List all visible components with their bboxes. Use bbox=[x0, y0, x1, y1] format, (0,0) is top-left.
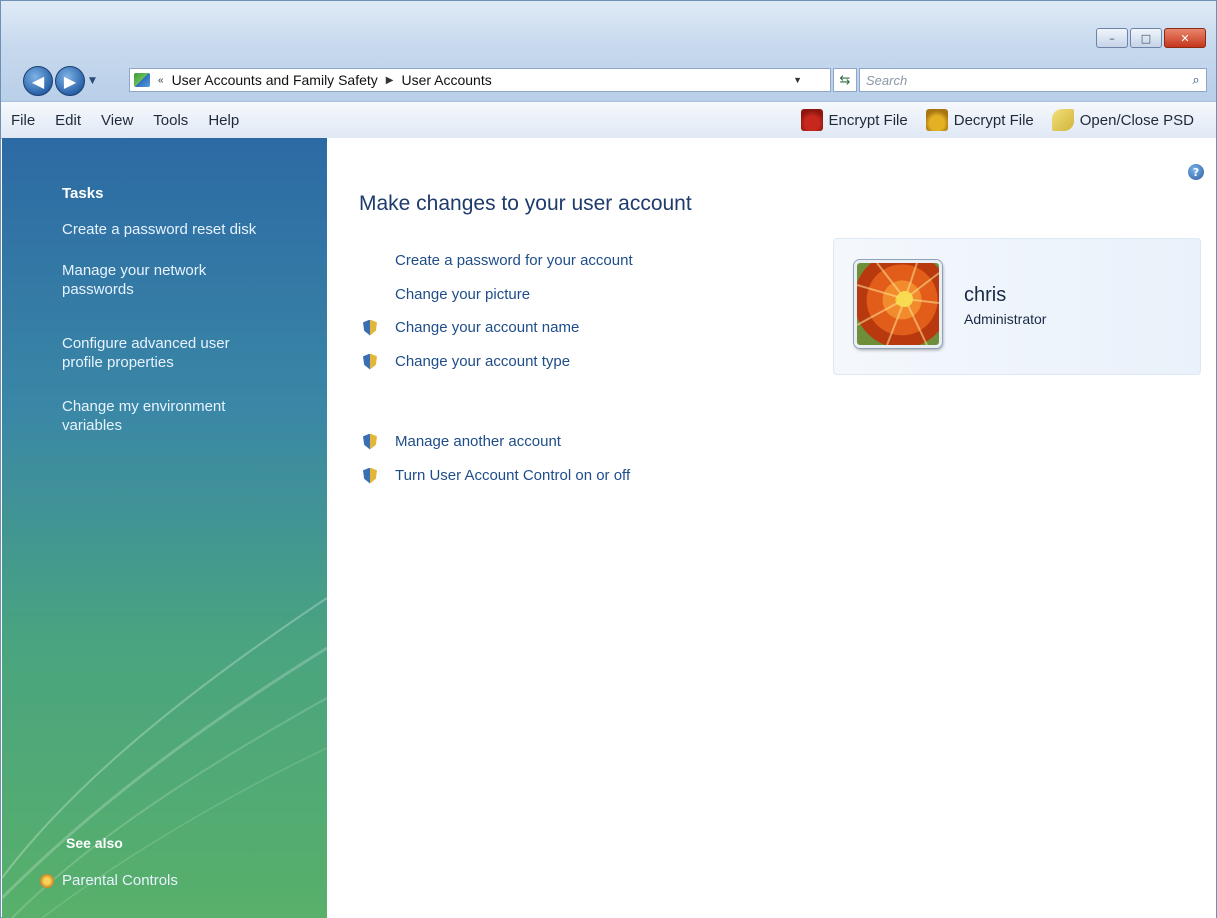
change-account-type-label: Change your account type bbox=[395, 353, 571, 370]
folder-icon bbox=[1051, 109, 1074, 131]
open-close-psd-label: Open/Close PSD bbox=[1079, 111, 1194, 129]
main-content: ? Make changes to your user account Crea… bbox=[327, 138, 1216, 918]
forward-arrow-icon[interactable]: ▶ bbox=[55, 66, 85, 96]
manage-network-passwords-link[interactable]: Manage your network passwords bbox=[62, 261, 262, 299]
back-arrow-icon[interactable]: ◀ bbox=[23, 66, 53, 96]
lock-gold-icon bbox=[925, 109, 948, 131]
close-button[interactable]: ✕ bbox=[1164, 28, 1206, 48]
breadcrumb-user-accounts-family-safety[interactable]: User Accounts and Family Safety bbox=[168, 72, 382, 88]
open-close-psd-button[interactable]: Open/Close PSD bbox=[1051, 109, 1194, 131]
control-panel-window: – □ ✕ ◀ ▶ ▼ « User Accounts and Family S… bbox=[0, 0, 1217, 918]
user-role: Administrator bbox=[964, 311, 1047, 327]
create-password-label: Create a password for your account bbox=[395, 252, 633, 269]
recent-pages-dropdown-icon[interactable]: ▼ bbox=[89, 76, 96, 86]
parental-controls-icon bbox=[40, 874, 54, 888]
menu-bar: File Edit View Tools Help bbox=[1, 112, 259, 129]
uac-shield-icon bbox=[363, 433, 377, 450]
menu-help[interactable]: Help bbox=[208, 112, 239, 129]
avatar[interactable] bbox=[854, 260, 942, 348]
change-picture-label: Change your picture bbox=[395, 286, 531, 303]
breadcrumb-user-accounts[interactable]: User Accounts bbox=[397, 72, 495, 88]
decrypt-file-button[interactable]: Decrypt File bbox=[925, 109, 1034, 131]
page-title: Make changes to your user account bbox=[359, 192, 692, 215]
search-input[interactable]: Search bbox=[860, 73, 1186, 88]
task-pane: Tasks Create a password reset disk Manag… bbox=[2, 138, 327, 918]
navigation-buttons: ◀ ▶ ▼ bbox=[23, 66, 102, 96]
help-icon[interactable]: ? bbox=[1188, 164, 1204, 180]
create-password-link[interactable]: Create a password for your account bbox=[363, 252, 633, 269]
parental-controls-link[interactable]: Parental Controls bbox=[62, 871, 302, 890]
caption-buttons: – □ ✕ bbox=[1094, 28, 1206, 48]
decorative-swoosh bbox=[2, 597, 327, 918]
user-account-card: chris Administrator bbox=[833, 238, 1201, 375]
control-panel-icon bbox=[134, 73, 150, 87]
lock-red-icon bbox=[800, 109, 823, 131]
uac-shield-icon bbox=[363, 319, 377, 336]
user-name: chris bbox=[964, 284, 1007, 306]
manage-another-account-link[interactable]: Manage another account bbox=[363, 433, 561, 450]
change-picture-link[interactable]: Change your picture bbox=[363, 286, 530, 303]
address-dropdown-icon[interactable]: ▼ bbox=[793, 75, 802, 85]
window-chrome: – □ ✕ ◀ ▶ ▼ « User Accounts and Family S… bbox=[1, 1, 1216, 101]
menu-tools[interactable]: Tools bbox=[153, 112, 188, 129]
configure-advanced-user-profile-link[interactable]: Configure advanced user profile properti… bbox=[62, 334, 272, 372]
toggle-uac-link[interactable]: Turn User Account Control on or off bbox=[363, 467, 630, 484]
encrypt-file-label: Encrypt File bbox=[828, 111, 908, 129]
search-icon[interactable]: ⌕ bbox=[1186, 72, 1206, 88]
uac-shield-icon bbox=[363, 467, 377, 484]
toolbar-buttons: Encrypt File Decrypt File Open/Close PSD bbox=[783, 109, 1194, 131]
change-account-type-link[interactable]: Change your account type bbox=[363, 353, 570, 370]
breadcrumb-separator-icon[interactable]: ▶ bbox=[382, 75, 398, 86]
menu-toolbar: File Edit View Tools Help Encrypt File D… bbox=[1, 101, 1216, 139]
menu-file[interactable]: File bbox=[11, 112, 35, 129]
change-environment-variables-link[interactable]: Change my environment variables bbox=[62, 397, 282, 435]
see-also-heading: See also bbox=[66, 835, 123, 851]
encrypt-file-button[interactable]: Encrypt File bbox=[800, 109, 908, 131]
menu-edit[interactable]: Edit bbox=[55, 112, 81, 129]
address-bar[interactable]: « User Accounts and Family Safety ▶ User… bbox=[129, 68, 831, 92]
maximize-button[interactable]: □ bbox=[1130, 28, 1162, 48]
flower-picture-icon bbox=[857, 263, 939, 345]
search-box[interactable]: Search ⌕ bbox=[859, 68, 1207, 92]
manage-another-account-label: Manage another account bbox=[395, 433, 561, 450]
decrypt-file-label: Decrypt File bbox=[953, 111, 1034, 129]
uac-shield-icon bbox=[363, 353, 377, 370]
create-password-reset-disk-link[interactable]: Create a password reset disk bbox=[62, 220, 302, 239]
toggle-uac-label: Turn User Account Control on or off bbox=[395, 467, 631, 484]
menu-view[interactable]: View bbox=[101, 112, 133, 129]
tasks-heading: Tasks bbox=[62, 185, 104, 202]
change-account-name-label: Change your account name bbox=[395, 319, 580, 336]
refresh-button[interactable]: ⇆ bbox=[833, 68, 857, 92]
address-overflow[interactable]: « bbox=[154, 75, 168, 86]
minimize-button[interactable]: – bbox=[1096, 28, 1128, 48]
change-account-name-link[interactable]: Change your account name bbox=[363, 319, 579, 336]
